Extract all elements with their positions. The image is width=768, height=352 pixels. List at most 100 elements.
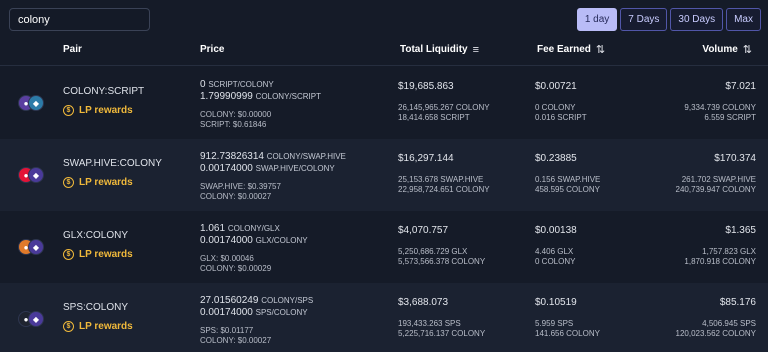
fee-amount: 0.016 SCRIPT xyxy=(535,113,587,122)
volume-cell: $85.176 4,506.945 SPS 120,023.562 COLONY xyxy=(676,297,757,339)
fee-cell: $0.23885 0.156 SWAP.HIVE 458.595 COLONY xyxy=(535,153,600,195)
price-cell: 1.061 COLONY/GLX 0.00174000 GLX/COLONY G… xyxy=(200,223,308,274)
price-value: 0.00174000 SWAP.HIVE/COLONY xyxy=(200,163,346,175)
sort-icon[interactable]: ⇅ xyxy=(743,43,752,56)
price-value: 0.00174000 SPS/COLONY xyxy=(200,307,313,319)
liquidity-usd: $19,685.863 xyxy=(398,81,454,92)
period-30-days[interactable]: 30 Days xyxy=(670,8,724,31)
fee-amount: 0.156 SWAP.HIVE xyxy=(535,175,601,184)
lp-rewards-link[interactable]: $ LP rewards xyxy=(63,249,133,260)
volume-cell: $170.374 261.702 SWAP.HIVE 240,739.947 C… xyxy=(676,153,757,195)
usd-price: GLX: $0.00046 xyxy=(200,254,254,263)
lp-rewards-link[interactable]: $ LP rewards xyxy=(63,177,133,188)
pair-name[interactable]: SPS:COLONY xyxy=(63,302,128,313)
price-unit: SPS/COLONY xyxy=(255,308,308,317)
usd-price: SCRIPT: $0.61846 xyxy=(200,120,267,129)
fee-usd: $0.23885 xyxy=(535,153,577,164)
volume-usd: $7.021 xyxy=(725,81,756,92)
usd-price: COLONY: $0.00027 xyxy=(200,192,272,201)
lp-rewards-label: LP rewards xyxy=(79,105,133,116)
fee-usd: $0.00138 xyxy=(535,225,577,236)
volume-usd: $1.365 xyxy=(725,225,756,236)
liquidity-amount: 5,573,566.378 COLONY xyxy=(398,257,486,266)
table-row[interactable]: ● ◆ COLONY:SCRIPT $ LP rewards 0 SCRIPT/C… xyxy=(0,67,768,139)
lp-rewards-link[interactable]: $ LP rewards xyxy=(63,105,133,116)
volume-cell: $7.021 9,334.739 COLONY 6.559 SCRIPT xyxy=(684,81,756,123)
liquidity-amount: 26,145,965.267 COLONY xyxy=(398,103,490,112)
liquidity-amount: 5,225,716.137 COLONY xyxy=(398,329,486,338)
period-7-days[interactable]: 7 Days xyxy=(620,8,668,31)
lp-rewards-label: LP rewards xyxy=(79,249,133,260)
liquidity-amount: 193,433.263 SPS xyxy=(398,319,461,328)
usd-price: SPS: $0.01177 xyxy=(200,326,254,335)
liquidity-amount: 25,153.678 SWAP.HIVE xyxy=(398,175,484,184)
fee-cell: $0.00721 0 COLONY 0.016 SCRIPT xyxy=(535,81,587,123)
pair-name[interactable]: SWAP.HIVE:COLONY xyxy=(63,158,162,169)
table-row[interactable]: ● ◆ SWAP.HIVE:COLONY $ LP rewards 912.738… xyxy=(0,139,768,211)
usd-price: COLONY: $0.00029 xyxy=(200,264,272,273)
period-1-day[interactable]: 1 day xyxy=(576,8,618,31)
price-value: 1.79990999 COLONY/SCRIPT xyxy=(200,91,321,103)
search-input[interactable] xyxy=(9,8,150,31)
table-row[interactable]: ● ◆ GLX:COLONY $ LP rewards 1.061 COLONY/… xyxy=(0,211,768,283)
dollar-coin-icon: $ xyxy=(63,249,74,260)
liquidity-amount: 5,250,686.729 GLX xyxy=(398,247,468,256)
price-cell: 0 SCRIPT/COLONY 1.79990999 COLONY/SCRIPT… xyxy=(200,79,321,130)
price-unit: COLONY/GLX xyxy=(227,224,280,233)
period-selector: 1 day 7 Days 30 Days Max xyxy=(576,8,761,31)
liquidity-usd: $16,297.144 xyxy=(398,153,454,164)
pair-logos: ● ◆ xyxy=(18,167,46,183)
fee-amount: 458.595 COLONY xyxy=(535,185,600,194)
header-fee[interactable]: Fee Earned ⇅ xyxy=(537,43,605,56)
price-number: 1.061 xyxy=(200,223,226,234)
price-unit: GLX/COLONY xyxy=(255,236,308,245)
period-max[interactable]: Max xyxy=(726,8,761,31)
price-number: 912.73826314 xyxy=(200,151,264,162)
price-cell: 912.73826314 COLONY/SWAP.HIVE 0.00174000… xyxy=(200,151,346,202)
liquidity-cell: $4,070.757 5,250,686.729 GLX 5,573,566.3… xyxy=(398,225,485,267)
volume-amount: 261.702 SWAP.HIVE xyxy=(681,175,756,184)
sort-desc-icon[interactable]: ≡ xyxy=(473,44,479,56)
table-row[interactable]: ● ◆ SPS:COLONY $ LP rewards 27.01560249 C… xyxy=(0,283,768,352)
liquidity-amount: 18,414.658 SCRIPT xyxy=(398,113,470,122)
liquidity-usd: $3,688.073 xyxy=(398,297,449,308)
pair-logos: ● ◆ xyxy=(18,311,46,327)
liquidity-amount: 22,958,724.651 COLONY xyxy=(398,185,490,194)
price-number: 0 xyxy=(200,79,206,90)
lp-rewards-label: LP rewards xyxy=(79,177,133,188)
header-liquidity[interactable]: Total Liquidity ≡ xyxy=(400,44,479,56)
volume-amount: 6.559 SCRIPT xyxy=(704,113,756,122)
pair-name[interactable]: COLONY:SCRIPT xyxy=(63,86,144,97)
pair-name[interactable]: GLX:COLONY xyxy=(63,230,128,241)
token-logo-icon: ◆ xyxy=(28,95,44,111)
liquidity-cell: $16,297.144 25,153.678 SWAP.HIVE 22,958,… xyxy=(398,153,490,195)
header-pair-label: Pair xyxy=(63,44,82,55)
volume-usd: $85.176 xyxy=(719,297,756,308)
price-number: 27.01560249 xyxy=(200,295,259,306)
header-volume[interactable]: Volume ⇅ xyxy=(702,43,752,56)
price-value: 0 SCRIPT/COLONY xyxy=(200,79,321,91)
fee-amount: 0 COLONY xyxy=(535,257,576,266)
dollar-coin-icon: $ xyxy=(63,321,74,332)
sort-icon[interactable]: ⇅ xyxy=(596,43,605,56)
header-pair: Pair xyxy=(63,44,82,55)
fee-usd: $0.00721 xyxy=(535,81,577,92)
header-liquidity-label: Total Liquidity xyxy=(400,44,468,55)
price-number: 1.79990999 xyxy=(200,91,253,102)
price-value: 0.00174000 GLX/COLONY xyxy=(200,235,308,247)
fee-amount: 5.959 SPS xyxy=(535,319,574,328)
fee-amount: 0 COLONY xyxy=(535,103,576,112)
usd-price: SWAP.HIVE: $0.39757 xyxy=(200,182,281,191)
price-value: 27.01560249 COLONY/SPS xyxy=(200,295,313,307)
volume-usd: $170.374 xyxy=(714,153,756,164)
volume-amount: 120,023.562 COLONY xyxy=(675,329,757,338)
fee-cell: $0.10519 5.959 SPS 141.656 COLONY xyxy=(535,297,600,339)
price-value: 1.061 COLONY/GLX xyxy=(200,223,308,235)
lp-rewards-link[interactable]: $ LP rewards xyxy=(63,321,133,332)
volume-amount: 4,506.945 SPS xyxy=(702,319,756,328)
price-value: 912.73826314 COLONY/SWAP.HIVE xyxy=(200,151,346,163)
pair-logos: ● ◆ xyxy=(18,95,46,111)
volume-amount: 240,739.947 COLONY xyxy=(675,185,757,194)
volume-amount: 1,757.823 GLX xyxy=(702,247,756,256)
price-unit: COLONY/SPS xyxy=(261,296,314,305)
